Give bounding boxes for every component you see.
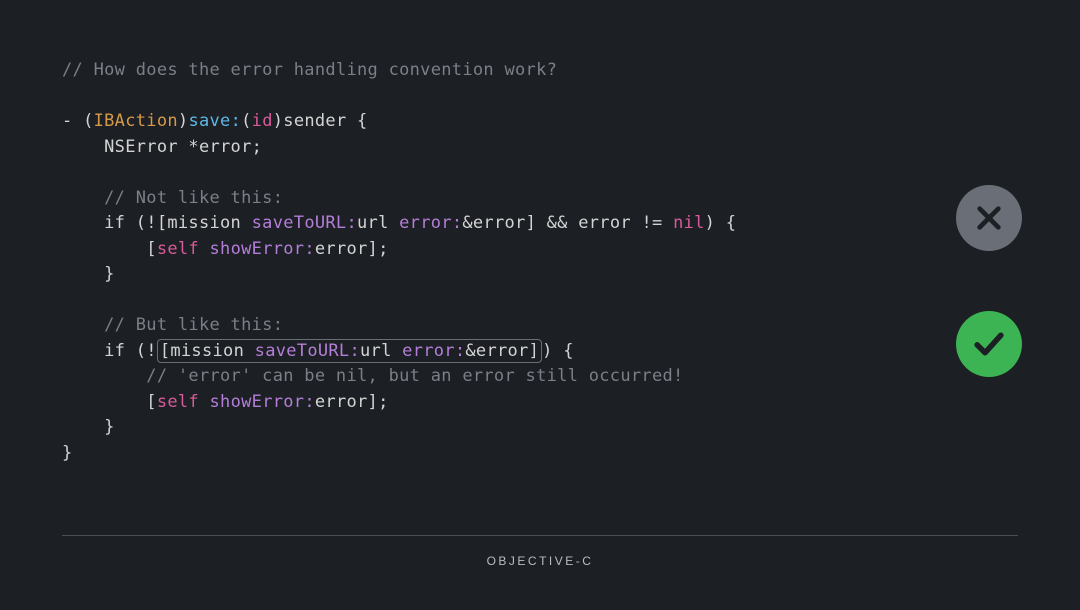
brace-1: } bbox=[62, 264, 115, 284]
brace-end: } bbox=[62, 443, 73, 463]
comment-but-like: // But like this: bbox=[62, 315, 283, 335]
comment-header: // How does the error handling conventio… bbox=[62, 60, 557, 80]
if-wrong-line: if (![mission saveToURL:url error:&error… bbox=[62, 213, 736, 233]
cross-icon bbox=[956, 185, 1022, 251]
code-pre: // How does the error handling conventio… bbox=[62, 58, 1018, 466]
if-correct-line: if (![mission saveToURL:url error:&error… bbox=[62, 339, 574, 363]
footer: OBJECTIVE-C bbox=[62, 535, 1018, 568]
show-error-line-2: [self showError:error]; bbox=[62, 392, 389, 412]
comment-not-like: // Not like this: bbox=[62, 188, 283, 208]
check-icon bbox=[956, 311, 1022, 377]
show-error-line-1: [self showError:error]; bbox=[62, 239, 389, 259]
highlighted-expression: [mission saveToURL:url error:&error] bbox=[157, 339, 542, 363]
brace-2: } bbox=[62, 417, 115, 437]
language-label: OBJECTIVE-C bbox=[62, 554, 1018, 568]
code-block: // How does the error handling conventio… bbox=[0, 0, 1080, 466]
comment-error-nil: // 'error' can be nil, but an error stil… bbox=[62, 366, 684, 386]
footer-divider bbox=[62, 535, 1018, 536]
nserror-line: NSError *error; bbox=[62, 137, 262, 157]
method-decl-line: - (IBAction)save:(id)sender { bbox=[62, 111, 368, 131]
